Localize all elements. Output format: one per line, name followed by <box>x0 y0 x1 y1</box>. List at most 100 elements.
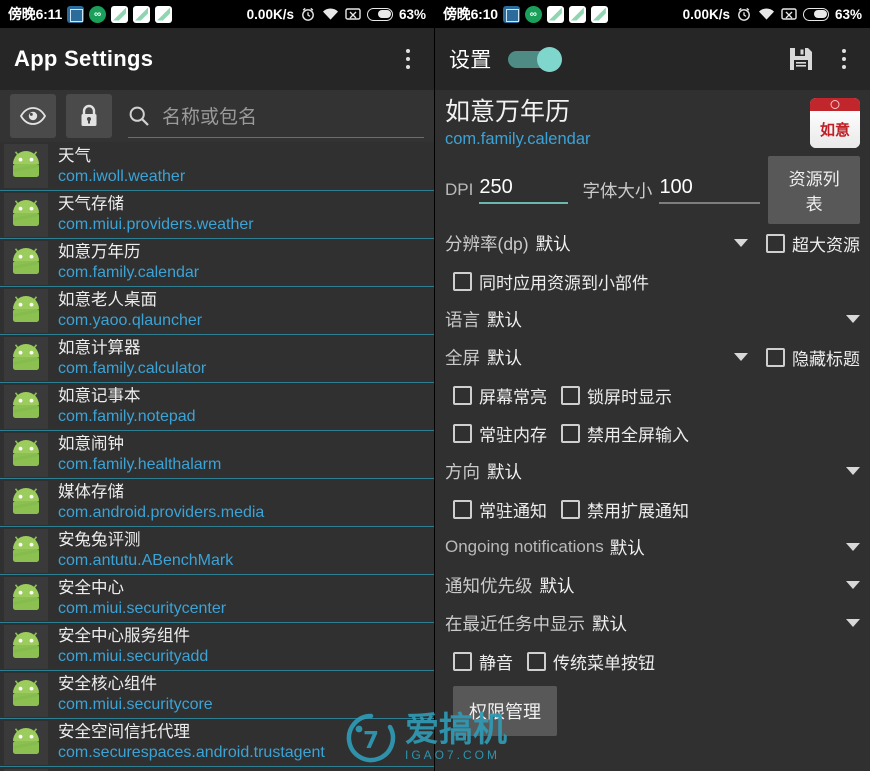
app-list-item[interactable]: 安全防护 <box>0 766 434 771</box>
page-title: App Settings <box>14 46 154 71</box>
app-list-item[interactable]: 如意记事本 com.family.notepad <box>0 382 434 430</box>
battery-icon-2 <box>802 7 829 21</box>
app-list-item-text: 天气存储 com.miui.providers.weather <box>58 195 254 234</box>
keep-screen-on-checkbox[interactable] <box>453 385 472 405</box>
app-icon <box>4 144 48 188</box>
resolution-label: 分辨率(dp) <box>445 233 529 254</box>
orientation-row[interactable]: 方向 默认 <box>445 452 860 490</box>
app-list-item-text: 安全核心组件 com.miui.securitycore <box>58 675 213 714</box>
lock-button[interactable] <box>66 94 112 138</box>
chevron-down-icon-orientation[interactable] <box>846 467 860 475</box>
disable-expanded-notification-label: 禁用扩展通知 <box>587 501 689 521</box>
notification-app-icon-leaf-5 <box>568 5 586 23</box>
search-input[interactable]: 名称或包名 <box>162 102 257 129</box>
show-on-lockscreen-item[interactable]: 锁屏时显示 <box>561 383 672 408</box>
legacy-menu-label: 传统菜单按钮 <box>553 653 655 673</box>
status-bar-left-group-2: 傍晚6:10 <box>443 4 608 24</box>
hide-title-checkbox-item[interactable]: 隐藏标题 <box>766 345 860 370</box>
app-list-item[interactable]: 天气 com.iwoll.weather <box>0 142 434 190</box>
chevron-down-icon-recents[interactable] <box>846 619 860 627</box>
chevron-down-icon-priority[interactable] <box>846 581 860 589</box>
app-list-item[interactable]: 安全空间信托代理 com.securespaces.android.trustag… <box>0 718 434 766</box>
right-screen-app-config: 傍晚6:10 0.00K/s <box>435 0 870 771</box>
language-label: 语言 <box>445 309 480 330</box>
app-list-item-package: com.miui.securityadd <box>58 648 209 665</box>
orientation-value: 默认 <box>487 461 522 482</box>
resolution-value[interactable]: 默认 <box>536 231 571 256</box>
app-icon <box>4 288 48 333</box>
app-list-item[interactable]: 如意万年历 com.family.calendar <box>0 238 434 286</box>
app-list-item[interactable]: 如意计算器 com.family.calculator <box>0 334 434 382</box>
overflow-menu-icon[interactable] <box>396 45 420 73</box>
android-robot-icon <box>13 679 39 706</box>
app-list-item[interactable]: 媒体存储 com.android.providers.media <box>0 478 434 526</box>
permission-management-button[interactable]: 权限管理 <box>453 686 557 736</box>
app-list-item-text: 天气 com.iwoll.weather <box>58 147 185 186</box>
app-list-item-package: com.iwoll.weather <box>58 167 186 185</box>
toggle-knob <box>536 47 562 72</box>
dpi-input[interactable]: 250 <box>479 176 569 204</box>
resident-notification-checkbox[interactable] <box>453 499 472 519</box>
notification-app-icon-leaf-2 <box>133 5 151 23</box>
fontsize-input[interactable]: 100 <box>659 176 761 204</box>
resident-memory-checkbox[interactable] <box>453 423 472 443</box>
resident-notification-item[interactable]: 常驻通知 <box>453 497 547 522</box>
resident-memory-item[interactable]: 常驻内存 <box>453 421 547 446</box>
app-list-item[interactable]: 安全核心组件 com.miui.securitycore <box>0 670 434 718</box>
chevron-down-icon-language[interactable] <box>846 315 860 323</box>
left-screen-app-settings: 傍晚6:11 0.00K/s <box>0 0 435 771</box>
status-time-2: 傍晚6:10 <box>443 6 498 22</box>
ongoing-notifications-row[interactable]: Ongoing notifications 默认 <box>445 528 860 566</box>
disable-fullscreen-input-item[interactable]: 禁用全屏输入 <box>561 421 689 446</box>
disable-expanded-notification-checkbox[interactable] <box>561 499 580 519</box>
enable-toggle[interactable] <box>507 47 562 72</box>
mute-checkbox[interactable] <box>453 651 472 671</box>
wifi-icon-2 <box>758 8 774 20</box>
android-robot-icon <box>13 535 39 562</box>
disable-fullscreen-input-checkbox[interactable] <box>561 423 580 443</box>
settings-title: 设置 <box>449 49 492 72</box>
notification-priority-row[interactable]: 通知优先级 默认 <box>445 566 860 604</box>
app-list-item[interactable]: 安全中心 com.miui.securitycenter <box>0 574 434 622</box>
chevron-down-icon-resolution[interactable] <box>734 239 748 247</box>
app-list-item[interactable]: 如意闹钟 com.family.healthalarm <box>0 430 434 478</box>
eye-button[interactable] <box>10 94 56 138</box>
save-button[interactable] <box>788 46 814 72</box>
app-list[interactable]: 天气 com.iwoll.weather 天气存储 com.miui.provide… <box>0 142 434 771</box>
disable-expanded-notification-item[interactable]: 禁用扩展通知 <box>561 497 689 522</box>
chevron-down-icon-ongoing[interactable] <box>846 543 860 551</box>
legacy-menu-item[interactable]: 传统菜单按钮 <box>527 649 655 674</box>
app-list-item[interactable]: 如意老人桌面 com.yaoo.qlauncher <box>0 286 434 334</box>
network-speed: 0.00K/s <box>246 6 294 22</box>
chevron-down-icon-fullscreen[interactable] <box>734 353 748 361</box>
mute-item[interactable]: 静音 <box>453 649 513 674</box>
overflow-menu-icon-2[interactable] <box>832 45 856 73</box>
fullscreen-value[interactable]: 默认 <box>487 345 522 370</box>
app-list-item-text: 安全中心 com.miui.securitycenter <box>58 579 226 618</box>
notification-app-icon-leaf-1 <box>111 5 129 23</box>
language-row[interactable]: 语言 默认 <box>445 300 860 338</box>
resident-notification-label: 常驻通知 <box>479 501 547 521</box>
show-in-recents-label: 在最近任务中显示 <box>445 613 585 634</box>
app-list-item[interactable]: 天气存储 com.miui.providers.weather <box>0 190 434 238</box>
show-in-recents-row[interactable]: 在最近任务中显示 默认 <box>445 604 860 642</box>
app-list-item[interactable]: 安全中心服务组件 com.miui.securityadd <box>0 622 434 670</box>
search-toolbar: 名称或包名 <box>0 90 434 142</box>
app-list-item-package: com.securespaces.android.trustagent <box>58 744 325 761</box>
keep-screen-on-item[interactable]: 屏幕常亮 <box>453 383 547 408</box>
app-list-item[interactable]: 安兔兔评测 com.antutu.ABenchMark <box>0 526 434 574</box>
apply-widget-checkbox[interactable] <box>453 271 472 291</box>
app-list-item-text: 如意计算器 com.family.calculator <box>58 339 206 378</box>
huge-resource-checkbox[interactable] <box>766 233 785 253</box>
legacy-menu-checkbox[interactable] <box>527 651 546 671</box>
android-robot-icon <box>13 631 39 658</box>
hide-title-checkbox[interactable] <box>766 347 785 367</box>
resource-list-button[interactable]: 资源列表 <box>768 156 860 224</box>
android-robot-icon <box>13 247 39 274</box>
search-field[interactable]: 名称或包名 <box>128 94 424 138</box>
huge-resource-checkbox-item[interactable]: 超大资源 <box>766 231 860 256</box>
resident-memory-label: 常驻内存 <box>479 425 547 445</box>
show-on-lockscreen-checkbox[interactable] <box>561 385 580 405</box>
calendar-icon-header <box>810 98 860 111</box>
apply-widget-checkbox-item[interactable]: 同时应用资源到小部件 <box>453 269 649 294</box>
